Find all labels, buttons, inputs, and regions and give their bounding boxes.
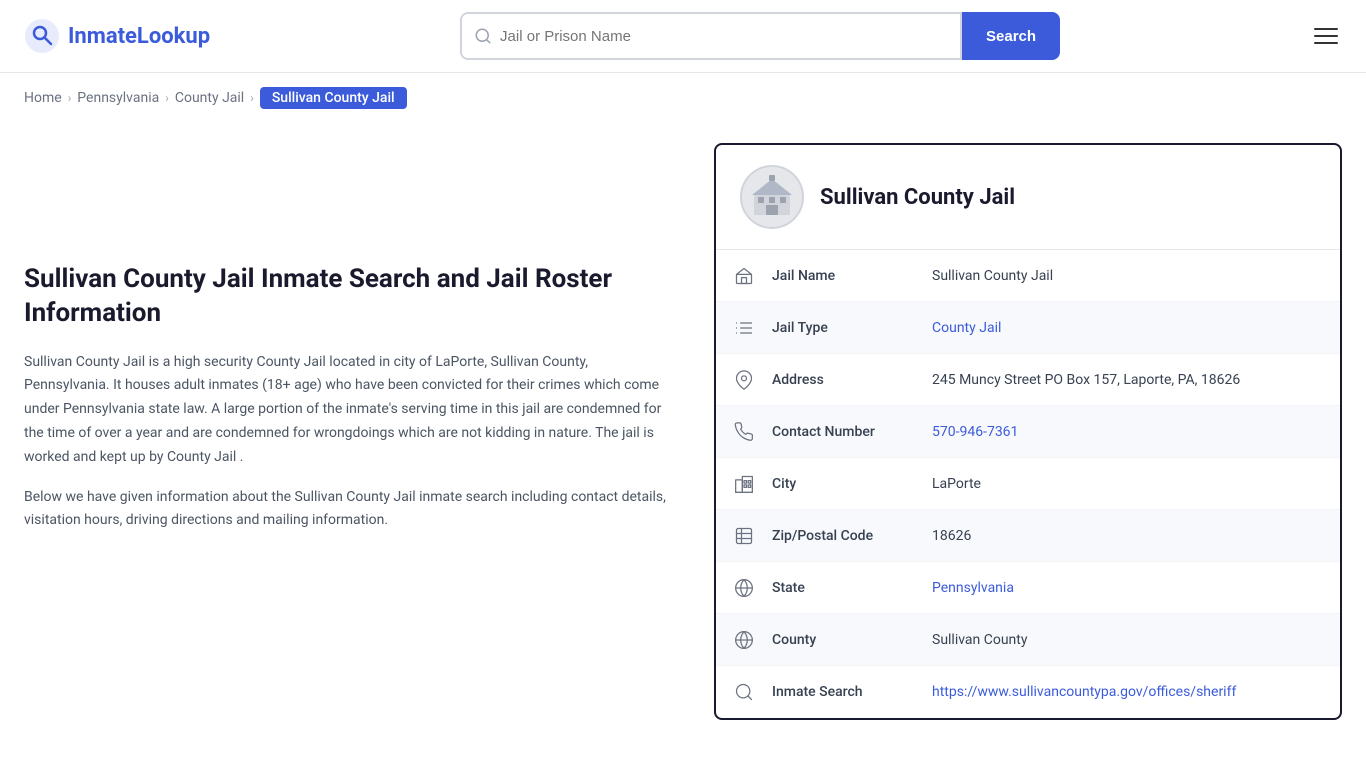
jail-avatar bbox=[740, 165, 804, 229]
row-label-zip: Zip/Postal Code bbox=[772, 528, 932, 544]
info-row-city: CityLaPorte bbox=[716, 458, 1340, 510]
sep-2: › bbox=[165, 91, 169, 105]
county-icon bbox=[716, 630, 772, 650]
left-panel: Sullivan County Jail Inmate Search and J… bbox=[24, 143, 674, 720]
search-button[interactable]: Search bbox=[962, 12, 1060, 60]
header: InmateLookup Search bbox=[0, 0, 1366, 73]
row-value-county: Sullivan County bbox=[932, 620, 1340, 660]
row-label-contact: Contact Number bbox=[772, 424, 932, 440]
building-icon bbox=[748, 173, 796, 221]
row-link-contact[interactable]: 570-946-7361 bbox=[932, 424, 1018, 440]
info-row-state: StatePennsylvania bbox=[716, 562, 1340, 614]
city-icon bbox=[716, 474, 772, 494]
description-2: Below we have given information about th… bbox=[24, 486, 674, 534]
phone-icon bbox=[716, 422, 772, 442]
row-value-address: 245 Muncy Street PO Box 157, Laporte, PA… bbox=[932, 360, 1340, 400]
logo[interactable]: InmateLookup bbox=[24, 18, 210, 54]
info-row-zip: Zip/Postal Code18626 bbox=[716, 510, 1340, 562]
info-row-address: Address245 Muncy Street PO Box 157, Lapo… bbox=[716, 354, 1340, 406]
row-label-state: State bbox=[772, 580, 932, 596]
search-wrapper bbox=[460, 12, 962, 60]
breadcrumb: Home › Pennsylvania › County Jail › Sull… bbox=[0, 73, 1366, 123]
sep-3: › bbox=[250, 91, 254, 105]
info-row-contact: Contact Number570-946-7361 bbox=[716, 406, 1340, 458]
row-value-jail-name: Sullivan County Jail bbox=[932, 256, 1340, 296]
row-label-address: Address bbox=[772, 372, 932, 388]
menu-line-2 bbox=[1314, 35, 1338, 37]
type-icon bbox=[716, 318, 772, 338]
row-value-state: Pennsylvania bbox=[932, 568, 1340, 608]
breadcrumb-current: Sullivan County Jail bbox=[260, 87, 407, 109]
row-value-contact: 570-946-7361 bbox=[932, 412, 1340, 452]
row-link-jail-type[interactable]: County Jail bbox=[932, 320, 1001, 336]
card-header: Sullivan County Jail bbox=[716, 145, 1340, 250]
location-icon bbox=[716, 370, 772, 390]
row-label-city: City bbox=[772, 476, 932, 492]
info-row-inmate-search: Inmate Searchhttps://www.sullivancountyp… bbox=[716, 666, 1340, 718]
row-label-jail-type: Jail Type bbox=[772, 320, 932, 336]
info-card: Sullivan County Jail Jail NameSullivan C… bbox=[714, 143, 1342, 720]
breadcrumb-type[interactable]: County Jail bbox=[175, 90, 244, 106]
row-value-city: LaPorte bbox=[932, 464, 1340, 504]
page-title: Sullivan County Jail Inmate Search and J… bbox=[24, 263, 674, 331]
row-label-inmate-search: Inmate Search bbox=[772, 684, 932, 700]
menu-line-3 bbox=[1314, 42, 1338, 44]
info-row-jail-name: Jail NameSullivan County Jail bbox=[716, 250, 1340, 302]
info-rows: Jail NameSullivan County JailJail TypeCo… bbox=[716, 250, 1340, 718]
info-row-jail-type: Jail TypeCounty Jail bbox=[716, 302, 1340, 354]
breadcrumb-home[interactable]: Home bbox=[24, 90, 62, 106]
jail-icon bbox=[716, 266, 772, 286]
search-icon bbox=[716, 682, 772, 702]
search-area: Search bbox=[460, 12, 1060, 60]
menu-line-1 bbox=[1314, 28, 1338, 30]
row-label-jail-name: Jail Name bbox=[772, 268, 932, 284]
search-input[interactable] bbox=[492, 28, 948, 45]
breadcrumb-state[interactable]: Pennsylvania bbox=[77, 90, 159, 106]
row-value-zip: 18626 bbox=[932, 516, 1340, 556]
zip-icon bbox=[716, 526, 772, 546]
description-1: Sullivan County Jail is a high security … bbox=[24, 351, 674, 470]
menu-button[interactable] bbox=[1310, 24, 1342, 48]
row-value-inmate-search: https://www.sullivancountypa.gov/offices… bbox=[932, 672, 1340, 712]
main-content: Sullivan County Jail Inmate Search and J… bbox=[0, 123, 1366, 760]
search-icon bbox=[474, 27, 492, 45]
row-link-state[interactable]: Pennsylvania bbox=[932, 580, 1014, 596]
row-link-inmate-search[interactable]: https://www.sullivancountypa.gov/offices… bbox=[932, 684, 1236, 700]
card-title: Sullivan County Jail bbox=[820, 185, 1015, 210]
info-row-county: CountySullivan County bbox=[716, 614, 1340, 666]
row-label-county: County bbox=[772, 632, 932, 648]
state-icon bbox=[716, 578, 772, 598]
logo-text: InmateLookup bbox=[68, 24, 210, 49]
row-value-jail-type: County Jail bbox=[932, 308, 1340, 348]
logo-icon bbox=[24, 18, 60, 54]
sep-1: › bbox=[68, 91, 72, 105]
